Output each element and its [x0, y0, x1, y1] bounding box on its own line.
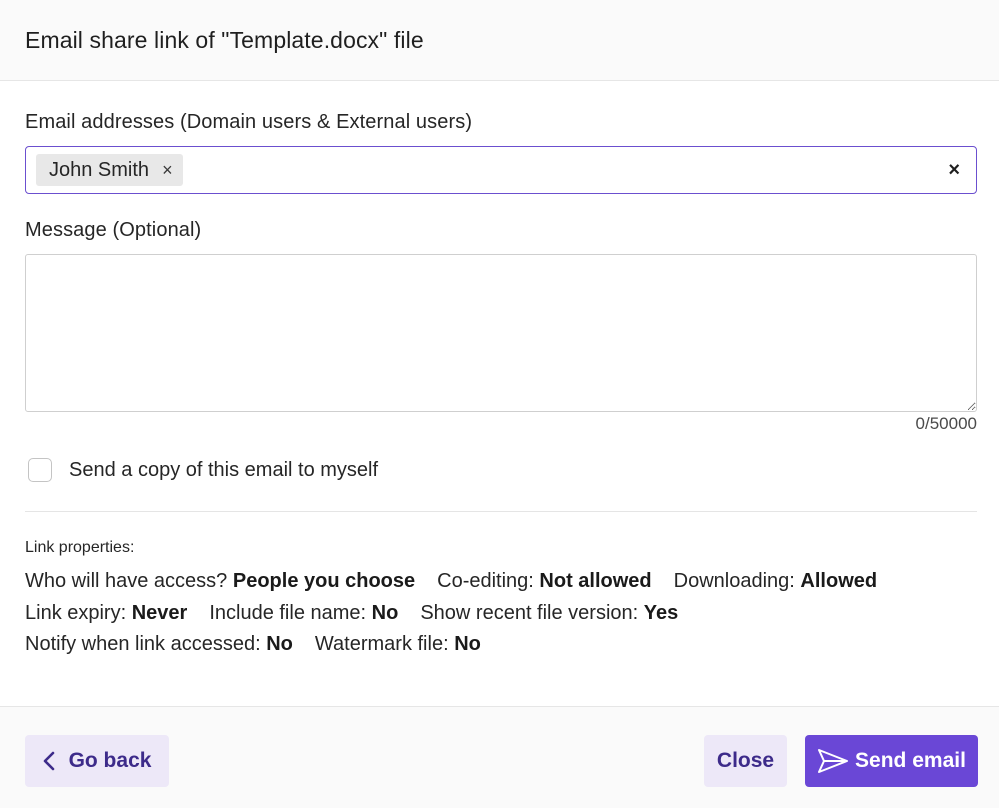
prop-include-file-name: Include file name: No	[209, 601, 399, 624]
email-addresses-label: Email addresses (Domain users & External…	[25, 111, 473, 133]
link-properties-row: Who will have access? People you choose C…	[25, 566, 977, 598]
go-back-label: Go back	[68, 749, 152, 772]
send-icon	[817, 748, 849, 774]
chevron-left-icon	[43, 751, 55, 771]
prop-who-has-access: Who will have access? People you choose	[25, 570, 416, 592]
close-label: Close	[716, 749, 775, 772]
prop-watermark: Watermark file: No	[314, 633, 481, 655]
prop-notify-on-access: Notify when link accessed: No	[25, 633, 293, 655]
remove-recipient-icon[interactable]: ×	[162, 161, 173, 179]
dialog-footer: Go back Close Send email	[0, 706, 999, 808]
message-label: Message (Optional)	[25, 219, 202, 241]
clear-recipients-icon[interactable]: ×	[942, 160, 966, 180]
copy-to-self-row: Send a copy of this email to myself	[28, 458, 977, 482]
dialog-body: Email addresses (Domain users & External…	[0, 111, 999, 661]
divider	[25, 511, 977, 512]
prop-downloading: Downloading: Allowed	[673, 570, 878, 592]
link-properties-row: Link expiry: Never Include file name: No S…	[25, 598, 977, 630]
go-back-button[interactable]: Go back	[25, 735, 169, 787]
message-textarea[interactable]	[25, 254, 977, 412]
link-properties-title: Link properties:	[25, 539, 135, 556]
email-addresses-field[interactable]: John Smith × ×	[25, 146, 977, 194]
recipient-chip: John Smith ×	[36, 154, 183, 186]
message-char-counter: 0/50000	[915, 414, 977, 433]
dialog-header: Email share link of "Template.docx" file	[0, 0, 999, 81]
email-share-dialog: Email share link of "Template.docx" file…	[0, 0, 999, 808]
recipient-chip-name: John Smith	[49, 158, 150, 181]
copy-to-self-checkbox[interactable]	[28, 458, 52, 482]
prop-co-editing: Co-editing: Not allowed	[437, 570, 652, 592]
email-address-input[interactable]	[190, 154, 943, 186]
prop-link-expiry: Link expiry: Never	[25, 601, 188, 624]
prop-show-recent-version: Show recent file version: Yes	[420, 601, 679, 624]
send-email-label: Send email	[855, 749, 966, 772]
dialog-title: Email share link of "Template.docx" file	[25, 26, 424, 53]
close-button[interactable]: Close	[704, 735, 787, 787]
link-properties-row: Notify when link accessed: No Watermark f…	[25, 629, 977, 661]
send-email-button[interactable]: Send email	[805, 735, 978, 787]
copy-to-self-label[interactable]: Send a copy of this email to myself	[69, 459, 378, 482]
